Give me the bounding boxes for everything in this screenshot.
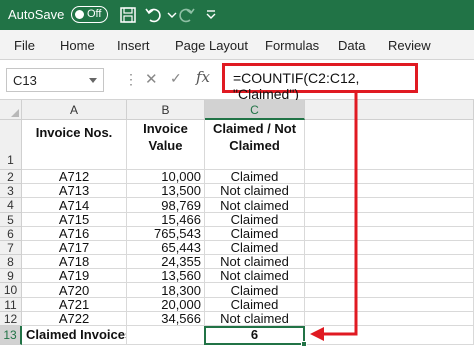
excel-window: AutoSave Off File Home Insert Page Layou… <box>0 0 474 362</box>
annotation-arrow <box>310 93 358 341</box>
